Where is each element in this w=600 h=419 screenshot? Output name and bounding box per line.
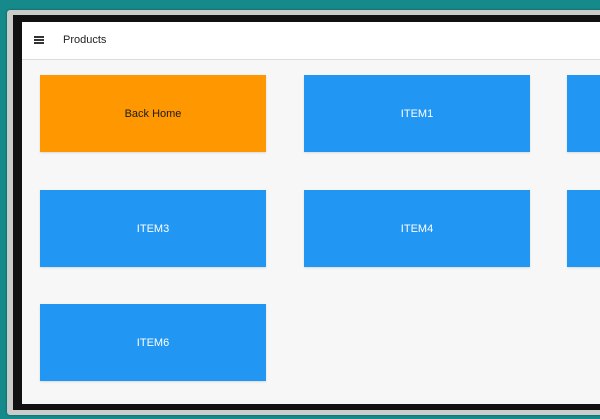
back-home-button[interactable]: Back Home bbox=[40, 75, 266, 152]
app-screen: Products Back Home ITEM1 ITEM3 ITEM4 ITE… bbox=[22, 22, 600, 404]
item6-button[interactable]: ITEM6 bbox=[40, 304, 266, 381]
page-title: Products bbox=[63, 34, 107, 46]
app-bar: Products bbox=[22, 22, 600, 60]
product-grid: Back Home ITEM1 ITEM3 ITEM4 ITEM6 bbox=[22, 60, 600, 404]
menu-icon[interactable] bbox=[34, 36, 44, 44]
item5-button[interactable] bbox=[567, 190, 600, 267]
item2-button[interactable] bbox=[567, 75, 600, 152]
item4-button[interactable]: ITEM4 bbox=[304, 190, 530, 267]
item3-button[interactable]: ITEM3 bbox=[40, 190, 266, 267]
item1-button[interactable]: ITEM1 bbox=[304, 75, 530, 152]
